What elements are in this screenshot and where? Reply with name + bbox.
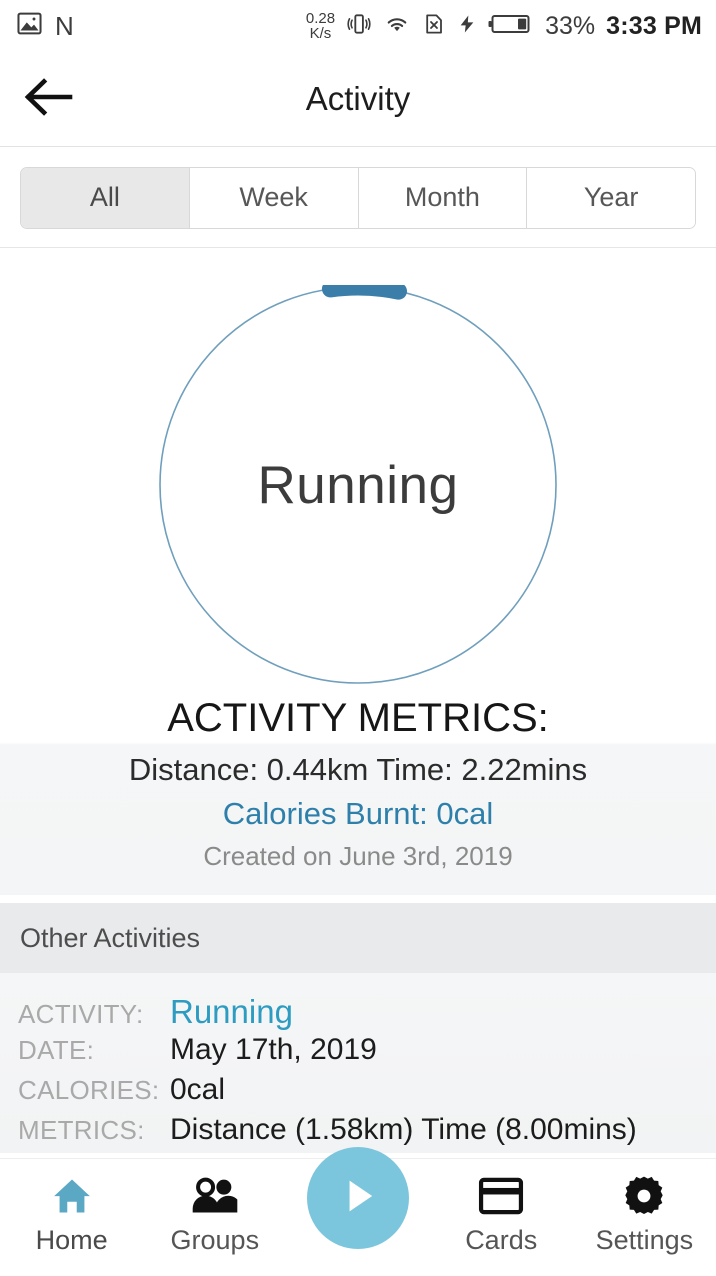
status-bar-right: 0.28 K/s 33% 3:33 PM — [305, 9, 702, 42]
row-value-date: May 17th, 2019 — [170, 1033, 377, 1066]
row-value-activity: Running — [170, 993, 293, 1030]
people-icon — [190, 1173, 240, 1219]
tab-year[interactable]: Year — [527, 167, 695, 228]
arrow-left-icon — [22, 76, 74, 123]
vibrate-icon — [346, 11, 372, 42]
row-value-calories: 0cal — [170, 1073, 226, 1106]
list-item[interactable]: ACTIVITY: Running — [18, 993, 716, 1033]
activity-progress-ring: Running — [158, 285, 558, 685]
no-sim-icon — [422, 11, 446, 42]
metrics-calories: Calories Burnt: 0cal — [222, 796, 494, 832]
battery-percent: 33% — [545, 11, 596, 40]
app-screen: N 0.28 K/s 33% 3:33 PM Activity All Week… — [0, 0, 716, 1276]
card-icon — [478, 1173, 524, 1219]
nav-label-cards: Cards — [465, 1225, 538, 1255]
image-icon — [16, 10, 43, 42]
activity-ring-section: Running — [0, 249, 716, 689]
segmented-control: All Week Month Year — [20, 166, 696, 229]
nav-item-cards[interactable]: Cards — [430, 1159, 573, 1276]
wifi-icon — [383, 11, 411, 42]
row-label-metrics: METRICS: — [18, 1115, 145, 1145]
nav-item-groups[interactable]: Groups — [143, 1159, 286, 1276]
row-label-calories: CALORIES: — [18, 1075, 160, 1105]
network-speed-unit: K/s — [309, 25, 332, 42]
nav-label-home: Home — [35, 1225, 108, 1255]
filter-tabs-bar: All Week Month Year — [0, 148, 716, 248]
activity-metrics-panel: ACTIVITY METRICS: Distance: 0.44km Time:… — [0, 689, 716, 895]
other-activities-header: Other Activities — [0, 903, 716, 973]
app-bar: Activity — [0, 52, 716, 147]
row-value-metrics: Distance (1.58km) Time (8.00mins) — [170, 1113, 637, 1146]
row-label-date: DATE: — [18, 1035, 95, 1065]
row-label-activity: ACTIVITY: — [18, 999, 144, 1029]
nav-item-home[interactable]: Home — [0, 1159, 143, 1276]
status-bar-left: N — [16, 10, 74, 42]
gear-icon — [621, 1173, 667, 1219]
nav-label-settings: Settings — [595, 1225, 694, 1255]
charging-bolt-icon — [457, 11, 477, 42]
network-speed-indicator: 0.28 K/s — [305, 9, 336, 42]
bottom-navigation: Home Groups Cards Settings — [0, 1147, 716, 1276]
metrics-title: ACTIVITY METRICS: — [167, 696, 549, 740]
other-activities-list[interactable]: ACTIVITY: Running DATE: May 17th, 2019 C… — [0, 973, 716, 1153]
home-icon — [49, 1173, 95, 1219]
list-item[interactable]: DATE: May 17th, 2019 — [18, 1033, 716, 1073]
metrics-created-date: Created on June 3rd, 2019 — [203, 841, 513, 872]
status-bar: N 0.28 K/s 33% 3:33 PM — [0, 0, 716, 52]
page-title: Activity — [305, 80, 411, 117]
n-indicator: N — [55, 10, 74, 41]
tab-month[interactable]: Month — [358, 167, 528, 228]
metrics-summary: Distance: 0.44km Time: 2.22mins — [128, 752, 588, 788]
back-button[interactable] — [0, 52, 96, 147]
status-bar-clock: 3:33 PM — [606, 11, 702, 40]
play-icon — [335, 1173, 381, 1224]
start-activity-fab[interactable] — [307, 1147, 409, 1249]
battery-icon — [488, 11, 534, 42]
nav-item-settings[interactable]: Settings — [573, 1159, 716, 1276]
nav-label-groups: Groups — [170, 1225, 260, 1255]
tab-all[interactable]: All — [21, 167, 190, 228]
activity-name-label: Running — [257, 455, 459, 515]
other-activities-title: Other Activities — [20, 922, 201, 953]
network-speed-value: 0.28 — [305, 9, 336, 27]
tab-week[interactable]: Week — [189, 167, 359, 228]
list-item[interactable]: CALORIES: 0cal — [18, 1073, 716, 1113]
